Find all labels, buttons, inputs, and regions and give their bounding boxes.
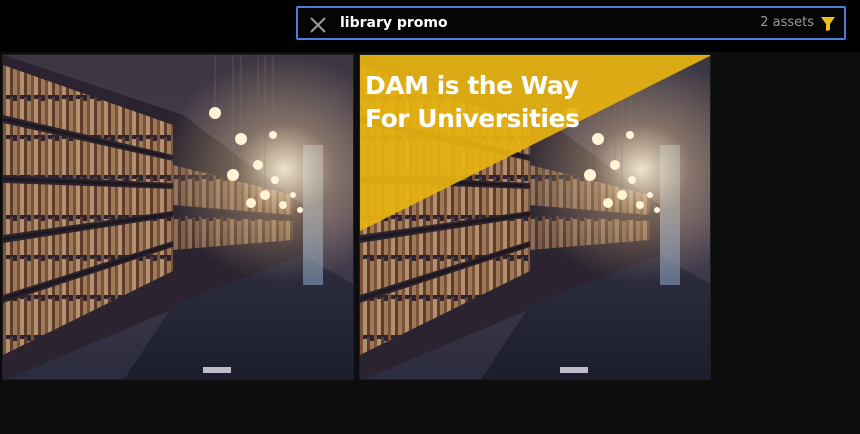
close-icon[interactable] [308, 15, 328, 35]
banner-line-2: For Universities [365, 104, 580, 133]
search-bar[interactable]: library promo 2 assets [296, 6, 846, 40]
search-input[interactable]: library promo [340, 8, 448, 38]
banner-text: DAM is the Way For Universities [365, 69, 580, 135]
asset-tile[interactable]: DAM is the Way For Universities [359, 54, 711, 380]
result-count: 2 assets [760, 15, 814, 30]
top-bar: library promo 2 assets [0, 0, 860, 52]
asset-tile[interactable] [2, 54, 354, 380]
library-photo [3, 55, 353, 379]
banner-line-1: DAM is the Way [365, 71, 579, 100]
filter-icon[interactable] [820, 16, 836, 32]
